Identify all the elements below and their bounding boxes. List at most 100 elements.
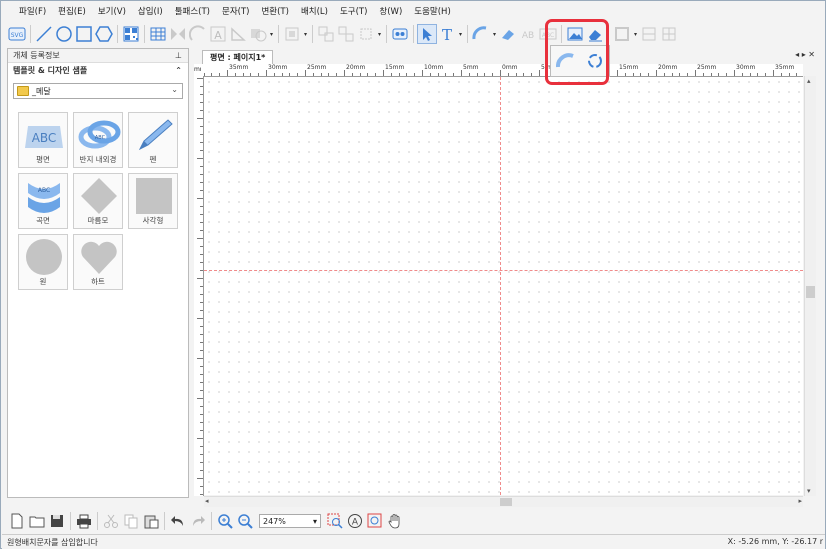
folder-open-icon [29,516,45,528]
frames-button[interactable] [390,24,410,44]
arc-text-dropdown-arrow[interactable]: ▾ [491,24,498,44]
polygon-tool-button[interactable] [94,24,114,44]
arc-tool-button[interactable] [188,24,208,44]
ruler-tick [702,73,704,76]
ruler-tick [312,73,314,76]
tab-navigation[interactable]: ◂ ▸ ✕ [795,50,815,59]
menu-help[interactable]: 도움말(H) [408,5,456,19]
ruler-tick [429,73,431,76]
template-diamond[interactable]: 마름모 [73,173,123,229]
menu-insert[interactable]: 삽입(I) [132,5,169,19]
scrollbar-thumb[interactable] [500,498,512,506]
folder-icon [17,86,29,96]
zoom-select[interactable]: 247% ▾ [259,514,321,528]
zoom-selection-button[interactable] [325,511,345,531]
rectangle-tool-button[interactable] [74,24,94,44]
scroll-up-arrow[interactable]: ▴ [807,77,811,85]
line-tool-button[interactable] [34,24,54,44]
horizontal-scrollbar[interactable]: ◂ ▸ [204,496,803,507]
svg-import-button[interactable]: SVG [7,24,27,44]
group-button[interactable] [316,24,336,44]
collapse-icon[interactable]: ⌃ [175,63,182,79]
frame-dropdown-arrow[interactable]: ▾ [632,24,639,44]
redo-button[interactable] [188,511,208,531]
ab-outline-button[interactable]: AB [518,24,538,44]
curved-surface-icon: ABC [22,176,66,216]
scroll-left-arrow[interactable]: ◂ [205,497,209,505]
template-pen[interactable]: 펜 [128,112,178,168]
save-icon [51,515,63,527]
ruler-tick [531,73,533,76]
combine-dropdown-arrow[interactable]: ▾ [376,24,383,44]
text-tool-dropdown-arrow[interactable]: ▾ [457,24,464,44]
scrollbar-thumb[interactable] [806,286,815,298]
zoom-page-button[interactable] [365,511,385,531]
undo-button[interactable] [168,511,188,531]
ruler-label: 25mm [697,64,717,71]
ruler-tick [200,150,203,151]
table-tool-button[interactable] [148,24,168,44]
ruler-label: 25mm [307,64,327,71]
print-button[interactable] [74,511,94,531]
template-heart[interactable]: 하트 [73,234,123,290]
menu-tools[interactable]: 도구(T) [334,5,373,19]
pin-icon[interactable]: ⊥ [175,49,182,62]
ruler-tick [351,73,353,76]
tab-page1[interactable]: 평면 : 페이지1* [202,50,274,64]
template-curved[interactable]: ABC 곡면 [18,173,68,229]
pan-button[interactable] [385,511,405,531]
drawing-canvas[interactable] [204,77,803,495]
frame-button[interactable] [612,24,632,44]
combine-button[interactable] [356,24,376,44]
ungroup-button[interactable] [336,24,356,44]
select-tool-button[interactable] [417,24,437,44]
ruler-tick [200,414,203,415]
open-file-button[interactable] [27,511,47,531]
menu-file[interactable]: 파일(F) [13,5,52,19]
svg-text:A: A [214,29,222,42]
mirror-button[interactable] [168,24,188,44]
corner-tool-button[interactable] [228,24,248,44]
menu-view[interactable]: 보기(V) [92,5,132,19]
scroll-right-arrow[interactable]: ▸ [798,497,802,505]
vertical-guide [500,77,501,495]
align-button[interactable] [282,24,302,44]
scroll-down-arrow[interactable]: ▾ [807,487,811,495]
ruler-tick [695,70,696,76]
shape-dropdown-arrow[interactable]: ▾ [268,24,275,44]
paste-button[interactable] [141,511,161,531]
menu-toolpath[interactable]: 툴패스(T) [169,5,216,19]
arc-text-tool-button[interactable] [471,24,491,44]
ruler-tick [197,158,203,159]
zoom-out-button[interactable] [235,511,255,531]
menu-window[interactable]: 창(W) [373,5,408,19]
zoom-all-button[interactable]: A [345,511,365,531]
text-frame-button[interactable]: A [208,24,228,44]
template-flat[interactable]: ABC 평면 [18,112,68,168]
text-tool-button[interactable]: T [437,24,457,44]
menu-arrange[interactable]: 배치(L) [295,5,334,19]
save-button[interactable] [47,511,67,531]
copy-button[interactable] [121,511,141,531]
menu-text[interactable]: 문자(T) [216,5,255,19]
shape-tool-button[interactable] [248,24,268,44]
cut-button[interactable] [101,511,121,531]
toolbar-separator [30,25,31,43]
grid-layout-button[interactable] [659,24,679,44]
menu-edit[interactable]: 편집(E) [52,5,92,19]
template-ring[interactable]: ABC 반지 내외경 [73,112,123,168]
layout-button[interactable] [639,24,659,44]
zoom-in-button[interactable] [215,511,235,531]
vertical-scrollbar[interactable]: ▴ ▾ [804,76,816,496]
align-dropdown-arrow[interactable]: ▾ [302,24,309,44]
template-rectangle[interactable]: 사각형 [128,173,178,229]
qr-code-button[interactable] [121,24,141,44]
menu-transform[interactable]: 변환(T) [255,5,294,19]
eraser-tool-button[interactable] [498,24,518,44]
new-file-button[interactable] [7,511,27,531]
template-circle[interactable]: 원 [18,234,68,290]
ruler-label: 20mm [658,64,678,71]
folder-dropdown[interactable]: _메달 ⌄ [13,83,183,99]
print-icon [77,514,91,529]
ellipse-tool-button[interactable] [54,24,74,44]
